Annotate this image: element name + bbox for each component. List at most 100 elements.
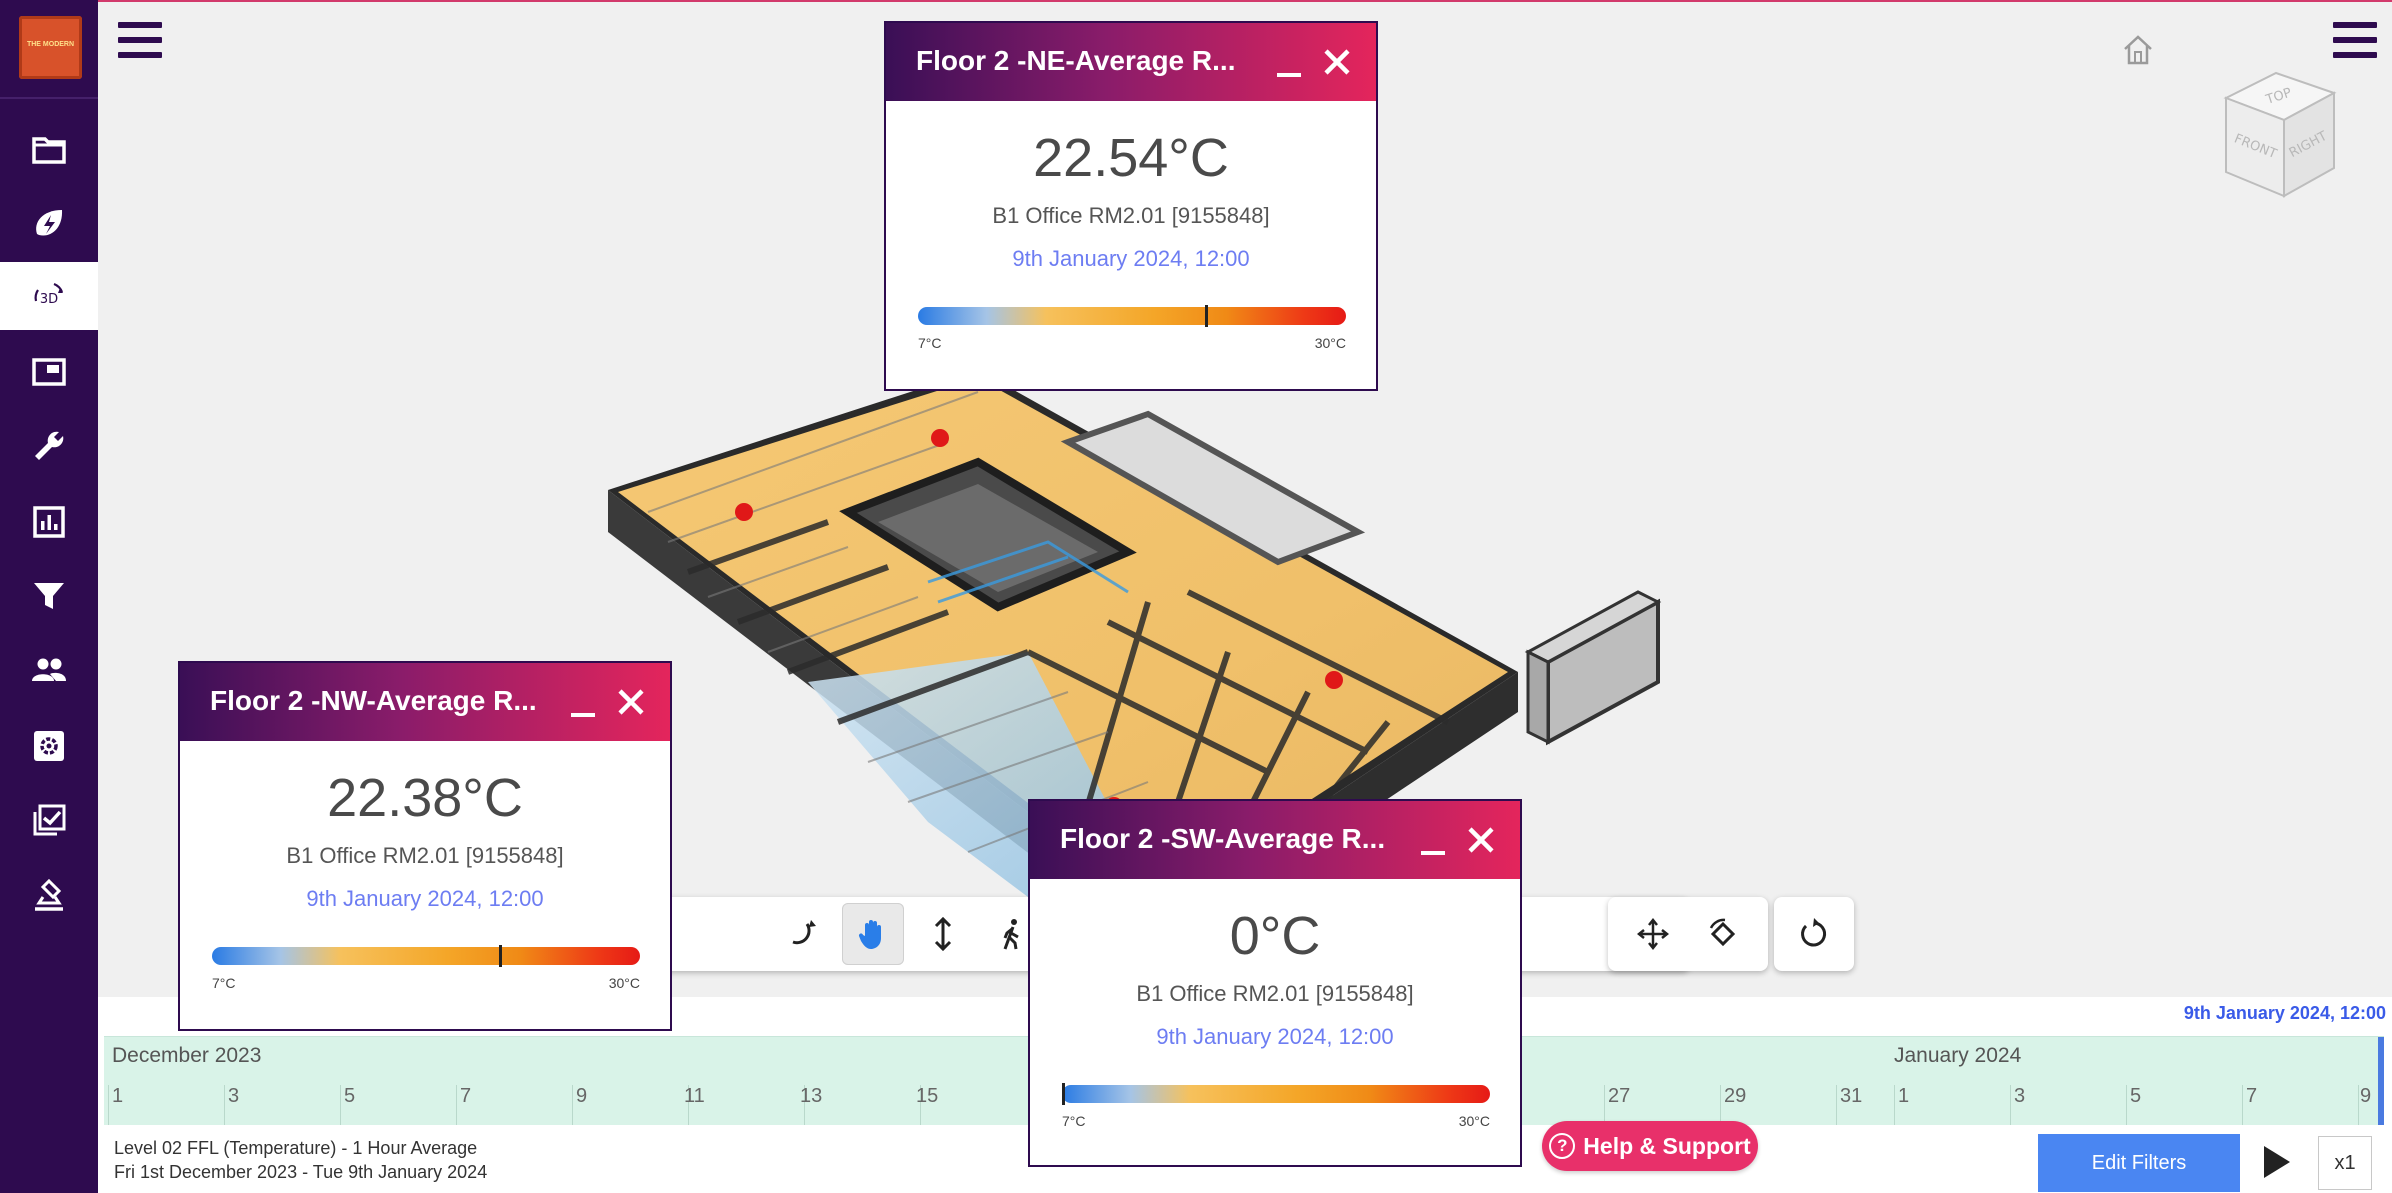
timeline-day: 31	[1840, 1085, 1863, 1107]
sidebar-item-projects[interactable]	[0, 116, 98, 184]
play-icon[interactable]	[2262, 1144, 2292, 1180]
timeline-day: 1	[112, 1085, 124, 1107]
logo-text: THE MODERN	[26, 41, 75, 48]
playback-speed-button[interactable]: x1	[2318, 1136, 2372, 1190]
timeline-month: December 2023	[112, 1044, 262, 1067]
scale-min-label: 7°C	[918, 335, 942, 351]
timeline-day: 7	[2246, 1085, 2258, 1107]
popup-body: 22.54°C B1 Office RM2.01 [9155848] 9th J…	[886, 101, 1376, 387]
temperature-scale-bar	[212, 945, 640, 967]
app-logo[interactable]: THE MODERN	[19, 16, 82, 79]
svg-text:3D: 3D	[40, 292, 58, 307]
sidebar-item-filters[interactable]	[0, 562, 98, 630]
minimize-button[interactable]	[1274, 47, 1304, 81]
reading-time: 9th January 2024, 12:00	[306, 886, 544, 911]
view-cube[interactable]: TOP FRONT RIGHT	[2216, 68, 2346, 208]
timeline-playhead[interactable]	[2378, 1037, 2384, 1125]
timeline-day: 5	[2130, 1085, 2142, 1107]
timeline-day: 3	[228, 1085, 240, 1107]
temperature-marker	[1062, 1083, 1065, 1105]
sensor-name: B1 Office RM2.01 [9155848]	[286, 843, 564, 868]
home-icon[interactable]	[2120, 32, 2156, 68]
move-button[interactable]	[1622, 903, 1684, 965]
sidebar-divider	[0, 97, 98, 99]
floorplan-icon	[32, 358, 66, 386]
filter-icon	[34, 583, 64, 609]
sidebar-item-settings[interactable]	[0, 712, 98, 780]
help-support-button[interactable]: ? Help & Support	[1542, 1121, 1758, 1171]
sidebar-item-users[interactable]	[0, 636, 98, 704]
temperature-scale-bar	[1062, 1083, 1490, 1105]
sidebar-item-floorplan[interactable]	[0, 338, 98, 406]
viewer-menu-left-icon[interactable]	[118, 22, 162, 58]
settings-icon	[34, 731, 64, 761]
zoom-button[interactable]	[912, 903, 974, 965]
popup-body: 0°C B1 Office RM2.01 [9155848] 9th Janua…	[1030, 879, 1520, 1165]
viewer-menu-right-icon[interactable]	[2333, 22, 2377, 58]
wrench-icon	[35, 431, 64, 460]
checklist-icon	[33, 804, 66, 836]
users-icon	[32, 658, 66, 681]
help-support-label: Help & Support	[1583, 1132, 1751, 1159]
timeline-day: 1	[1898, 1085, 1910, 1107]
sidebar-item-reports[interactable]	[0, 488, 98, 556]
scale-min-label: 7°C	[1062, 1113, 1086, 1129]
sensor-marker-ne[interactable]	[931, 429, 949, 447]
timeline-day: 9	[2360, 1085, 2372, 1107]
sidebar: THE MODERN 3D	[0, 0, 98, 1193]
popup-title: Floor 2 -SW-Average R...	[1060, 823, 1386, 854]
sensor-popup-nw[interactable]: Floor 2 -NW-Average R... 22.38°C B1 Offi…	[178, 661, 672, 1031]
timeline-day: 27	[1608, 1085, 1631, 1107]
popup-title: Floor 2 -NE-Average R...	[916, 45, 1236, 76]
view-3d-icon: 3D	[34, 282, 64, 307]
popup-header[interactable]: Floor 2 -SW-Average R...	[1030, 801, 1520, 879]
reading-time: 9th January 2024, 12:00	[1012, 246, 1250, 271]
scale-max-label: 30°C	[608, 975, 640, 991]
date-range: Fri 1st December 2023 - Tue 9th January …	[114, 1162, 488, 1182]
sidebar-item-3d-view[interactable]: 3D	[0, 262, 98, 330]
sensor-name: B1 Office RM2.01 [9155848]	[1136, 981, 1414, 1006]
timeline-day: 13	[800, 1085, 823, 1107]
timeline-day: 15	[916, 1085, 939, 1107]
folder-icon	[32, 137, 66, 164]
sensor-name: B1 Office RM2.01 [9155848]	[992, 203, 1270, 228]
scale-max-label: 30°C	[1458, 1113, 1490, 1129]
close-icon[interactable]	[1320, 45, 1354, 79]
popup-header[interactable]: Floor 2 -NE-Average R...	[886, 23, 1376, 101]
sensor-marker-nw[interactable]	[735, 503, 753, 521]
walk-icon	[1003, 919, 1019, 950]
close-icon[interactable]	[1464, 823, 1498, 857]
explode-button[interactable]	[1692, 903, 1754, 965]
sidebar-item-approvals[interactable]	[0, 862, 98, 930]
scale-max-label: 30°C	[1314, 335, 1346, 351]
temperature-marker	[498, 945, 502, 967]
timeline-day: 5	[344, 1085, 356, 1107]
minimize-button[interactable]	[1418, 825, 1448, 859]
popup-title: Floor 2 -NW-Average R...	[210, 685, 537, 716]
zoom-vertical-icon	[934, 916, 952, 952]
sensor-popup-sw[interactable]: Floor 2 -SW-Average R... 0°C B1 Office R…	[1028, 799, 1522, 1167]
popup-body: 22.38°C B1 Office RM2.01 [9155848] 9th J…	[180, 741, 670, 1027]
minimize-button[interactable]	[568, 687, 598, 721]
energy-icon	[36, 210, 63, 236]
pan-button[interactable]	[842, 903, 904, 965]
reset-view-button[interactable]	[1783, 903, 1845, 965]
timeline-day: 9	[576, 1085, 588, 1107]
orbit-button[interactable]	[772, 903, 834, 965]
temperature-scale-bar	[918, 305, 1346, 327]
report-chart-icon	[33, 506, 65, 538]
temperature-value: 22.54°C	[1033, 128, 1229, 188]
sidebar-item-maintenance[interactable]	[0, 412, 98, 480]
temperature-value: 0°C	[1229, 906, 1321, 966]
sidebar-item-energy[interactable]	[0, 190, 98, 258]
temperature-value: 22.38°C	[327, 768, 523, 828]
close-icon[interactable]	[614, 685, 648, 719]
sensor-popup-ne[interactable]: Floor 2 -NE-Average R... 22.54°C B1 Offi…	[884, 21, 1378, 391]
sidebar-item-tasks[interactable]	[0, 786, 98, 854]
move-arrows-icon	[1636, 917, 1670, 951]
popup-header[interactable]: Floor 2 -NW-Average R...	[180, 663, 670, 741]
edit-filters-button[interactable]: Edit Filters	[2038, 1134, 2240, 1192]
pan-hand-icon	[858, 920, 881, 949]
timeline-day: 11	[684, 1085, 705, 1107]
sensor-marker-se[interactable]	[1325, 671, 1343, 689]
